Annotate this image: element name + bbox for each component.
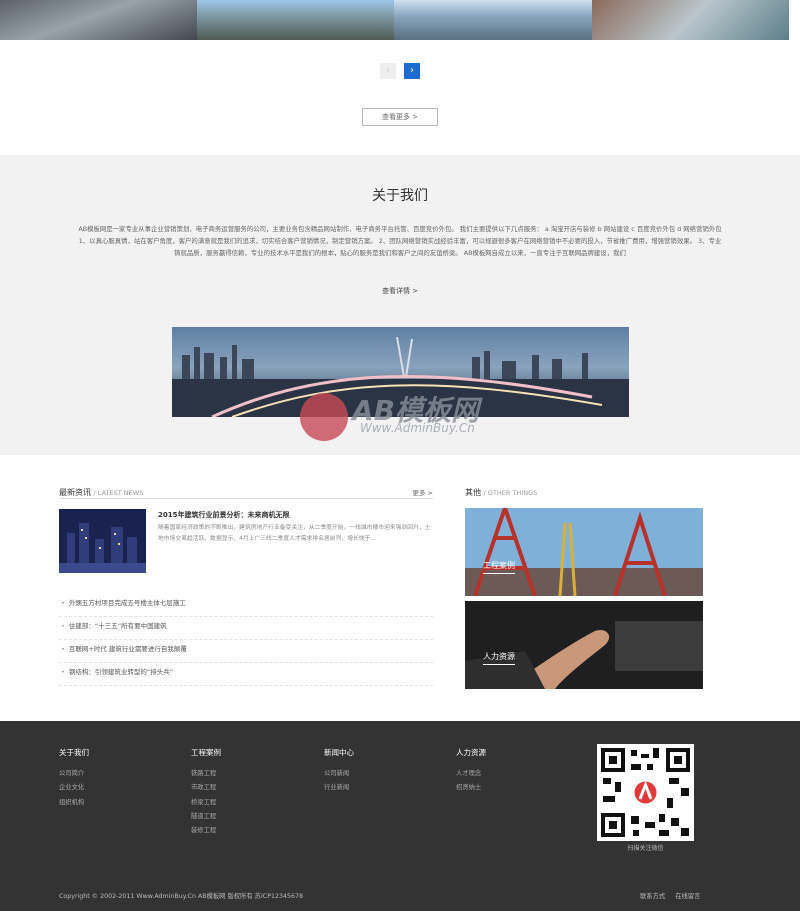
qr-caption: 扫描关注微信 xyxy=(627,845,664,852)
news-section: 最新资讯 / LATEST NEWS 更多 > 2015年建筑行业前景分析：未来… xyxy=(59,487,433,686)
bullet-icon: • xyxy=(61,599,65,607)
other-subtitle: / OTHER THINGS xyxy=(483,489,538,497)
about-more-link[interactable]: 查看详情 > xyxy=(0,286,800,296)
footer-link[interactable]: 组织机构 xyxy=(59,797,89,811)
road-image[interactable] xyxy=(197,0,394,40)
contact-link[interactable]: 联系方式 xyxy=(640,893,665,900)
footer-col-heading: 新闻中心 xyxy=(324,748,354,757)
footer-bottom-links: 联系方式 在线留言 xyxy=(640,891,708,900)
footer-col-news: 新闻中心 公司新闻 行业新闻 xyxy=(324,747,354,797)
footer-link[interactable]: 装修工程 xyxy=(191,825,221,839)
card-hr-label: 人力资源 xyxy=(483,651,515,665)
footer-link[interactable]: 市政工程 xyxy=(191,782,221,796)
news-more-link[interactable]: 更多 > xyxy=(412,487,433,497)
footer-col-heading: 关于我们 xyxy=(59,748,89,757)
slider-prev-button[interactable]: ‹ xyxy=(380,63,396,79)
other-header: 其他 / OTHER THINGS xyxy=(465,487,703,499)
list-item[interactable]: • 外甥五方村项目完成五号楼主体七层施工 xyxy=(59,594,433,617)
footer-link[interactable]: 公司简介 xyxy=(59,768,89,782)
footer: 关于我们 公司简介 企业文化 组织机构 工程案例 铁路工程 市政工程 桥梁工程 … xyxy=(0,721,800,911)
news-title: 最新资讯 xyxy=(59,488,91,497)
footer-link[interactable]: 行业新闻 xyxy=(324,782,354,796)
watermark: AB模板网 Www.AdminBuy.Cn xyxy=(300,385,510,455)
list-item[interactable]: • 钢结构：引领建筑业转型的“排头兵” xyxy=(59,663,433,686)
port-image[interactable] xyxy=(592,0,789,40)
watermark-logo-icon xyxy=(300,393,348,441)
other-title: 其他 xyxy=(465,488,481,497)
copyright-text: Copyright © 2002-2011 Www.AdminBuy.Cn AB… xyxy=(59,893,304,900)
bullet-icon: • xyxy=(61,645,65,653)
footer-link[interactable]: 隧道工程 xyxy=(191,811,221,825)
footer-link[interactable]: 铁路工程 xyxy=(191,768,221,782)
list-item[interactable]: • 互联网+时代 建筑行业需要进行自我颠覆 xyxy=(59,640,433,663)
highway-image[interactable] xyxy=(0,0,197,40)
bullet-icon: • xyxy=(61,668,65,676)
view-more-button[interactable]: 查看更多 > xyxy=(362,108,438,126)
footer-col-hr: 人力资源 人才理念 招贤纳士 xyxy=(456,747,486,797)
watermark-url: Www.AdminBuy.Cn xyxy=(360,421,475,435)
news-list: • 外甥五方村项目完成五号楼主体七层施工 • 住建部：“十三五”所有要中国建筑 • 互… xyxy=(59,594,433,686)
slider-pager: ‹ › xyxy=(380,63,420,79)
qr-code-icon xyxy=(597,744,694,841)
about-title: 关于我们 xyxy=(372,188,428,204)
message-link[interactable]: 在线留言 xyxy=(675,893,700,900)
footer-col-heading: 人力资源 xyxy=(456,748,486,757)
featured-news-image[interactable] xyxy=(59,509,146,573)
skyline-image[interactable] xyxy=(394,0,592,40)
footer-col-about: 关于我们 公司简介 企业文化 组织机构 xyxy=(59,747,89,811)
slider-next-button[interactable]: › xyxy=(404,63,420,79)
featured-news: 2015年建筑行业前景分析：未来商机无限 随着国家经济政策的不断推出，建筑房地产… xyxy=(59,509,433,581)
featured-news-desc: 随着国家经济政策的不断推出，建筑房地产行业备受关注，从二季度开始，一线城市楼市迎… xyxy=(158,525,431,542)
news-subtitle: / LATEST NEWS xyxy=(93,489,144,497)
bullet-icon: • xyxy=(61,622,65,630)
banner-image-strip xyxy=(0,0,800,40)
other-section: 其他 / OTHER THINGS 工程案例 人力资源 xyxy=(465,487,703,689)
featured-news-title[interactable]: 2015年建筑行业前景分析：未来商机无限 xyxy=(158,510,289,520)
footer-link[interactable]: 人才理念 xyxy=(456,768,486,782)
footer-col-projects: 工程案例 铁路工程 市政工程 桥梁工程 隧道工程 装修工程 xyxy=(191,747,221,839)
list-item[interactable]: • 住建部：“十三五”所有要中国建筑 xyxy=(59,617,433,640)
footer-link[interactable]: 招贤纳士 xyxy=(456,782,486,796)
footer-link[interactable]: 桥梁工程 xyxy=(191,797,221,811)
footer-col-heading: 工程案例 xyxy=(191,748,221,757)
card-hr[interactable]: 人力资源 xyxy=(465,601,703,689)
card-projects-label: 工程案例 xyxy=(483,560,515,574)
footer-link[interactable]: 公司新闻 xyxy=(324,768,354,782)
news-header: 最新资讯 / LATEST NEWS 更多 > xyxy=(59,487,433,499)
about-text: AB模板网是一家专业从事企业营销策划、电子商务运营服务的公司，主要业务包含精品网… xyxy=(78,225,722,257)
footer-link[interactable]: 企业文化 xyxy=(59,782,89,796)
card-projects[interactable]: 工程案例 xyxy=(465,508,703,596)
